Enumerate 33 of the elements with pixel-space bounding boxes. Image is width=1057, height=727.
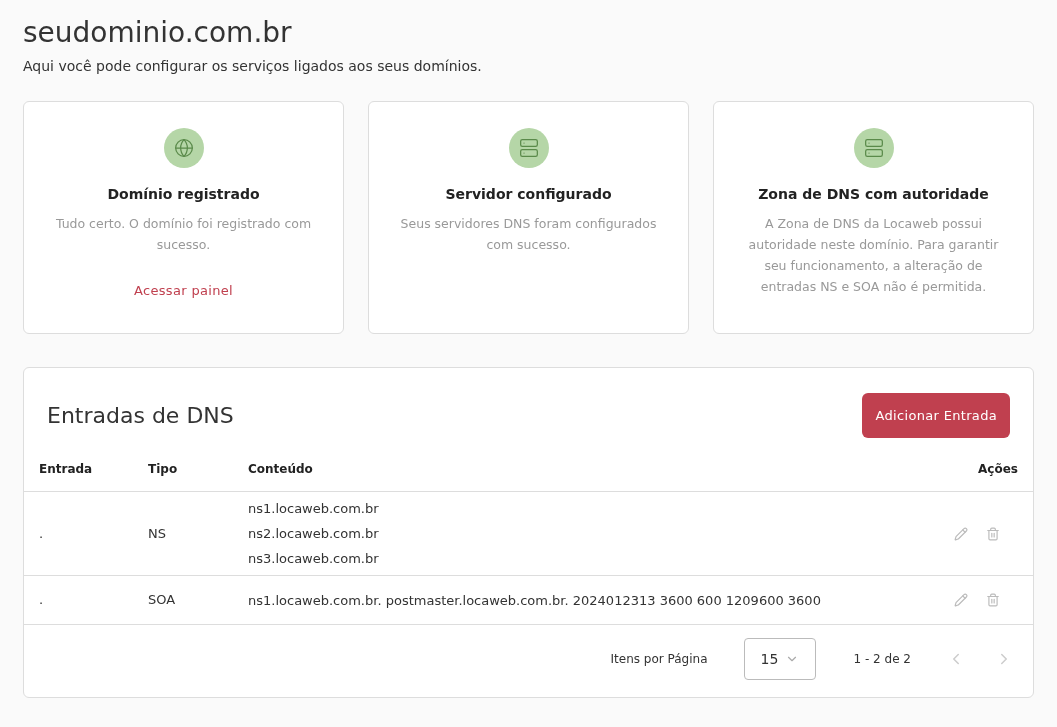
- table-cell-text: ns1.locaweb.com.br. postmaster.locaweb.com.br. 2024012313 3600 600 1209600 3600: [248, 591, 822, 610]
- per-page-select[interactable]: 15: [743, 638, 816, 680]
- column-header: Conteúdo: [248, 460, 314, 478]
- table-cell-text: ns3.locaweb.com.br: [248, 550, 380, 568]
- section-title: Entradas de DNS: [47, 401, 234, 430]
- table-cell-text: ns2.locaweb.com.br: [248, 525, 380, 543]
- card-title: Zona de DNS com autoridade: [758, 185, 989, 204]
- edit-icon[interactable]: [954, 593, 968, 607]
- table-cell-text: .: [39, 524, 45, 543]
- column-header: Entrada: [39, 460, 94, 478]
- card-title: Servidor configurado: [445, 185, 612, 204]
- column-header: Tipo: [148, 460, 179, 478]
- add-entry-button[interactable]: Adicionar Entrada: [862, 393, 1010, 438]
- column-header: Ações: [978, 460, 1018, 478]
- table-cell-text: SOA: [148, 591, 177, 610]
- table-cell-text: .: [39, 591, 45, 610]
- card-text: A Zona de DNS da Locaweb possui autoridade neste domínio. Para garantir seu funcionamento, a alteração de entradas NS e SOA não é permitida.: [747, 215, 1000, 296]
- delete-icon[interactable]: [986, 593, 1000, 607]
- delete-icon[interactable]: [986, 526, 1000, 541]
- page-range: 1 - 2 de 2: [853, 651, 911, 668]
- table-cell-text: NS: [148, 524, 167, 543]
- card-text: Tudo certo. O domínio foi registrado com sucesso.: [54, 215, 313, 254]
- page-subtitle: Aqui você pode configurar os serviços ligados aos seus domínios.: [23, 57, 483, 76]
- card-text: Seus servidores DNS foram configurados com sucesso.: [399, 215, 658, 254]
- items-per-page-label: Itens por Página: [610, 651, 708, 668]
- server-icon: [863, 138, 884, 158]
- page-title: seudominio.com.br: [23, 15, 293, 51]
- panel-link[interactable]: Acessar painel: [134, 281, 233, 301]
- card-title: Domínio registrado: [107, 185, 260, 204]
- server-icon: [518, 138, 539, 158]
- globe-icon: [173, 138, 194, 158]
- edit-icon[interactable]: [954, 526, 968, 541]
- table-cell-text: ns1.locaweb.com.br: [248, 500, 380, 518]
